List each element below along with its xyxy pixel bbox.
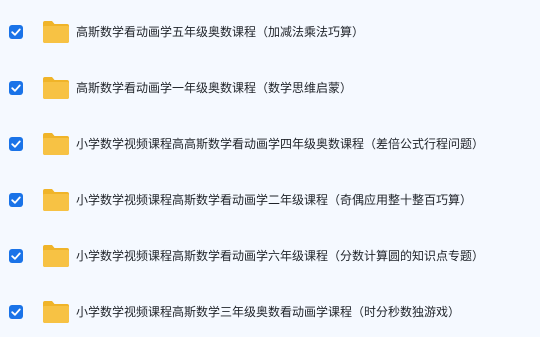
checkbox-checked[interactable] [9, 25, 23, 39]
checkbox-checked[interactable] [9, 81, 23, 95]
checkbox-checked[interactable] [9, 249, 23, 263]
file-name[interactable]: 小学数学视频课程高斯数学三年级奥数看动画学课程（时分秒数独游戏） [76, 284, 460, 337]
checkmark-icon [11, 308, 21, 316]
checkmark-icon [11, 252, 21, 260]
checkmark-icon [11, 84, 21, 92]
folder-icon [42, 132, 70, 156]
checkbox-checked[interactable] [9, 137, 23, 151]
checkmark-icon [11, 196, 21, 204]
checkmark-icon [11, 140, 21, 148]
file-row[interactable]: 小学数学视频课程高斯数学三年级奥数看动画学课程（时分秒数独游戏） [0, 284, 540, 337]
file-name[interactable]: 小学数学视频课程高斯数学看动画学六年级课程（分数计算圆的知识点专题） [76, 228, 484, 284]
right-edge-strip [540, 0, 552, 337]
file-name[interactable]: 高斯数学看动画学一年级奥数课程（数学思维启蒙） [76, 60, 352, 116]
checkbox-checked[interactable] [9, 193, 23, 207]
folder-icon [42, 188, 70, 212]
file-name[interactable]: 小学数学视频课程高斯数学看动画学二年级课程（奇偶应用整十整百巧算） [76, 172, 472, 228]
file-row[interactable]: 小学数学视频课程高斯数学看动画学二年级课程（奇偶应用整十整百巧算） [0, 172, 540, 228]
folder-icon [42, 20, 70, 44]
file-row[interactable]: 小学数学视频课程高斯数学看动画学六年级课程（分数计算圆的知识点专题） [0, 228, 540, 284]
file-list: 高斯数学看动画学五年级奥数课程（加减法乘法巧算） 高斯数学看动画学一年级奥数课程… [0, 0, 540, 337]
folder-icon [42, 76, 70, 100]
checkbox-checked[interactable] [9, 305, 23, 319]
file-name[interactable]: 小学数学视频课程高高斯数学看动画学四年级奥数课程（差倍公式行程问题） [76, 116, 484, 172]
file-row[interactable]: 高斯数学看动画学一年级奥数课程（数学思维启蒙） [0, 60, 540, 116]
file-row[interactable]: 小学数学视频课程高高斯数学看动画学四年级奥数课程（差倍公式行程问题） [0, 116, 540, 172]
file-name[interactable]: 高斯数学看动画学五年级奥数课程（加减法乘法巧算） [76, 4, 364, 60]
checkmark-icon [11, 28, 21, 36]
folder-icon [42, 300, 70, 324]
folder-icon [42, 244, 70, 268]
file-row[interactable]: 高斯数学看动画学五年级奥数课程（加减法乘法巧算） [0, 4, 540, 60]
